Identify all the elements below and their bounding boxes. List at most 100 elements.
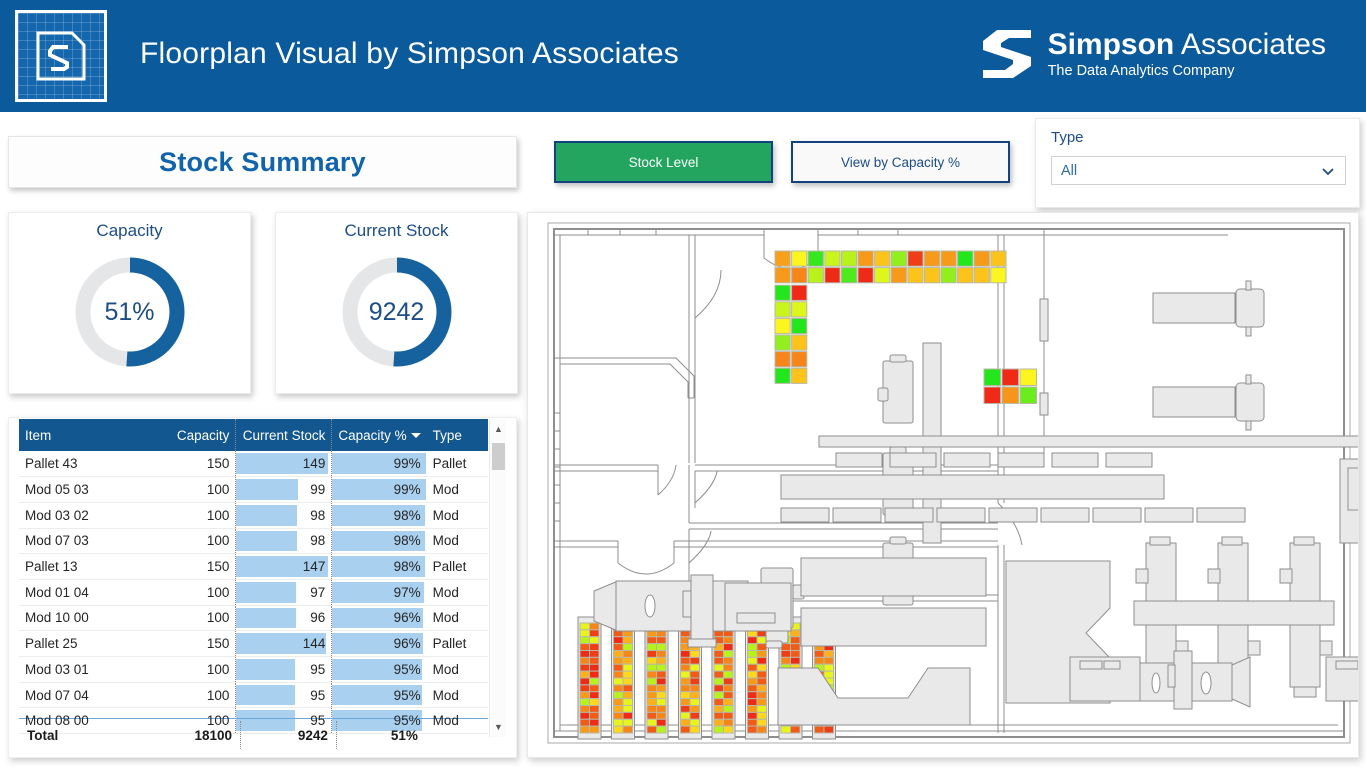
- rack-cell[interactable]: [713, 698, 724, 706]
- rack-cell[interactable]: [747, 650, 758, 658]
- rack-cell[interactable]: [689, 705, 700, 713]
- rack-cell[interactable]: [613, 650, 624, 658]
- rack-cell[interactable]: [780, 650, 791, 658]
- table-row[interactable]: Mod 07 03 100 98 98% Mod: [19, 528, 488, 555]
- rack-cell[interactable]: [613, 691, 624, 700]
- rack-cell[interactable]: [689, 677, 700, 686]
- rack-cell[interactable]: [756, 636, 767, 645]
- rack-cell[interactable]: [646, 705, 657, 713]
- rack-cell[interactable]: [589, 670, 600, 679]
- rack-cell[interactable]: [747, 656, 758, 665]
- rack-cell[interactable]: [790, 656, 801, 665]
- rack-cell[interactable]: [579, 718, 590, 727]
- rack-cell[interactable]: [680, 698, 691, 706]
- rack-cell[interactable]: [622, 636, 633, 645]
- rack-cell[interactable]: [747, 684, 758, 693]
- rack-cell[interactable]: [579, 698, 590, 706]
- rack-cell[interactable]: [814, 650, 825, 658]
- col-capacity[interactable]: Capacity: [158, 419, 236, 451]
- rack-cell[interactable]: [756, 670, 767, 679]
- rack-cell[interactable]: [723, 650, 734, 658]
- rack-cell[interactable]: [823, 725, 834, 734]
- rack-cell[interactable]: [579, 670, 590, 679]
- rack-cell[interactable]: [713, 663, 724, 672]
- rack-cell[interactable]: [589, 643, 600, 651]
- rack-cell[interactable]: [680, 656, 691, 665]
- pallet-cell[interactable]: [774, 317, 791, 335]
- pallet-cell[interactable]: [774, 351, 791, 368]
- table-row[interactable]: Mod 03 02 100 98 98% Mod: [19, 502, 488, 529]
- rack-cell[interactable]: [579, 725, 590, 734]
- pallet-cell[interactable]: [840, 267, 858, 284]
- col-item[interactable]: Item: [19, 419, 159, 451]
- pallet-cell[interactable]: [923, 267, 941, 284]
- rack-cell[interactable]: [689, 663, 700, 672]
- rack-cell[interactable]: [622, 698, 633, 706]
- rack-cell[interactable]: [613, 656, 624, 665]
- rack-cell[interactable]: [613, 643, 624, 651]
- rack-cell[interactable]: [756, 725, 767, 734]
- rack-cell[interactable]: [747, 643, 758, 651]
- rack-cell[interactable]: [756, 711, 767, 720]
- rack-cell[interactable]: [689, 650, 700, 658]
- pallet-cell[interactable]: [874, 250, 891, 267]
- pallet-cell[interactable]: [774, 284, 791, 301]
- rack-cell[interactable]: [656, 677, 667, 686]
- rack-cell[interactable]: [613, 670, 624, 679]
- rack-cell[interactable]: [756, 684, 767, 693]
- rack-cell[interactable]: [747, 636, 758, 645]
- rack-cell[interactable]: [579, 711, 590, 720]
- rack-cell[interactable]: [646, 643, 657, 651]
- table-row[interactable]: Pallet 25 150 144 96% Pallet: [19, 630, 488, 657]
- rack-cell[interactable]: [656, 711, 667, 720]
- rack-cell[interactable]: [680, 711, 691, 720]
- rack-cell[interactable]: [589, 622, 600, 631]
- rack-cell[interactable]: [579, 663, 590, 672]
- rack-cell[interactable]: [579, 643, 590, 651]
- rack-cell[interactable]: [756, 656, 767, 665]
- rack-cell[interactable]: [656, 670, 667, 679]
- rack-cell[interactable]: [723, 698, 734, 706]
- table-row[interactable]: Mod 01 04 100 97 97% Mod: [19, 579, 488, 606]
- rack-cell[interactable]: [814, 656, 825, 665]
- rack-cell[interactable]: [823, 656, 834, 665]
- rack-cell[interactable]: [713, 677, 724, 686]
- rack-cell[interactable]: [713, 650, 724, 658]
- rack-cell[interactable]: [646, 698, 657, 706]
- rack-cell[interactable]: [589, 691, 600, 700]
- rack-cell[interactable]: [646, 725, 657, 734]
- rack-cell[interactable]: [656, 643, 667, 651]
- table-row[interactable]: Pallet 43 150 149 99% Pallet: [19, 451, 488, 478]
- rack-cell[interactable]: [747, 691, 758, 700]
- rack-cell[interactable]: [622, 643, 633, 651]
- table-row[interactable]: Mod 10 00 100 96 96% Mod: [19, 605, 488, 632]
- pallet-cell[interactable]: [890, 250, 907, 267]
- col-current-stock[interactable]: Current Stock: [235, 419, 332, 451]
- rack-cell[interactable]: [713, 670, 724, 679]
- rack-cell[interactable]: [689, 656, 700, 665]
- pallet-cell[interactable]: [1001, 368, 1019, 386]
- rack-cell[interactable]: [756, 663, 767, 672]
- rack-cell[interactable]: [790, 725, 801, 734]
- rack-cell[interactable]: [680, 677, 691, 686]
- rack-cell[interactable]: [747, 670, 758, 679]
- rack-cell[interactable]: [589, 656, 600, 665]
- rack-cell[interactable]: [579, 684, 590, 693]
- pallet-cell[interactable]: [1001, 386, 1019, 404]
- rack-cell[interactable]: [723, 691, 734, 700]
- rack-cell[interactable]: [756, 705, 767, 713]
- table-row[interactable]: Mod 05 03 100 99 99% Mod: [19, 476, 488, 503]
- pallet-cell[interactable]: [940, 250, 957, 267]
- rack-cell[interactable]: [747, 711, 758, 720]
- rack-cell[interactable]: [622, 677, 633, 686]
- rack-cell[interactable]: [756, 650, 767, 658]
- rack-cell[interactable]: [589, 725, 600, 734]
- rack-cell[interactable]: [689, 691, 700, 700]
- rack-cell[interactable]: [646, 711, 657, 720]
- rack-cell[interactable]: [622, 656, 633, 665]
- rack-cell[interactable]: [579, 636, 590, 645]
- pallet-cell[interactable]: [791, 250, 808, 267]
- rack-cell[interactable]: [579, 629, 590, 638]
- rack-cell[interactable]: [689, 670, 700, 679]
- pallet-cell[interactable]: [907, 267, 924, 284]
